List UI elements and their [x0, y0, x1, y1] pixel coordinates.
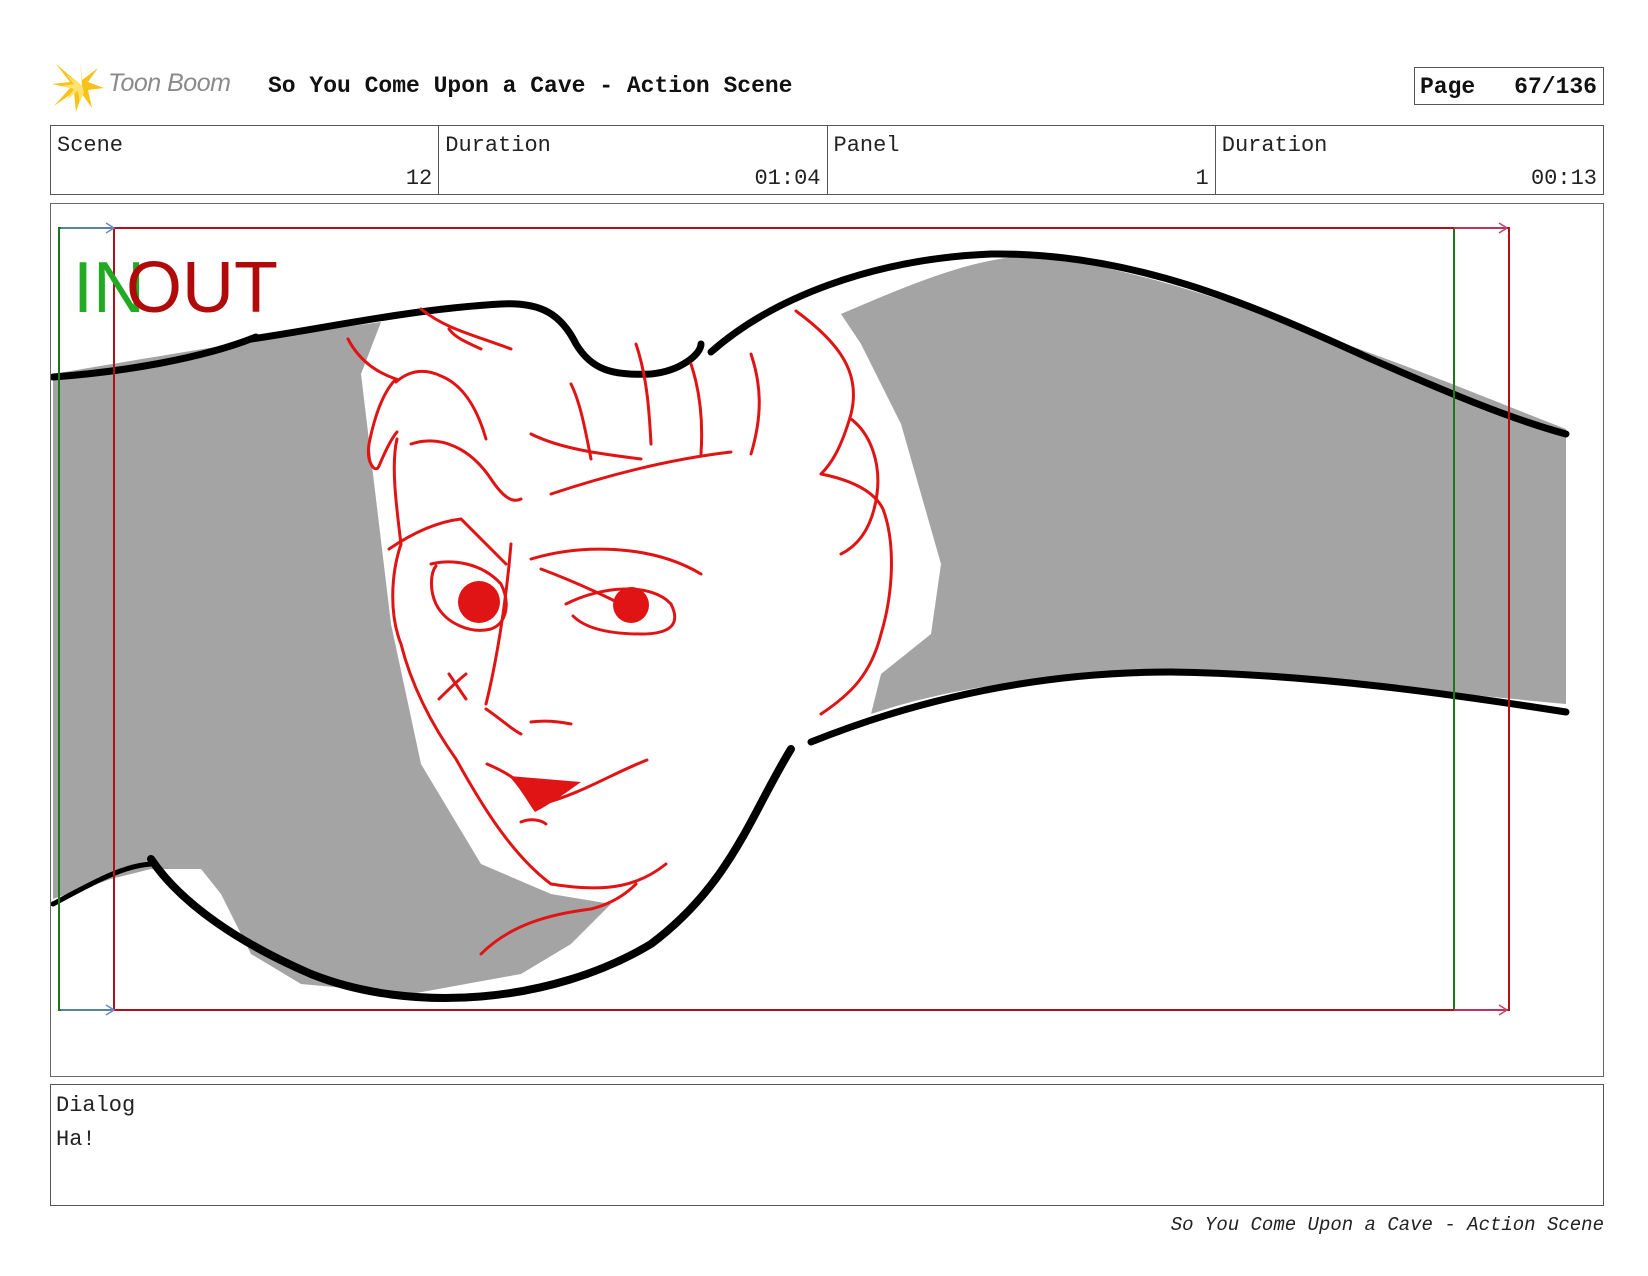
- panel-artwork: IN OUT: [51, 222, 1570, 1016]
- dialog-box: Dialog Ha!: [50, 1084, 1604, 1206]
- scene-cell: Scene 12: [51, 126, 440, 194]
- shadow-shape-left: [53, 322, 611, 994]
- panel-duration-label: Duration: [1221, 133, 1328, 158]
- page-indicator: Page 67/136: [1414, 67, 1604, 105]
- scene-info-table: Scene 12 Duration 01:04 Panel 1 Duration…: [50, 125, 1604, 195]
- panel-duration-value: 00:13: [1530, 166, 1597, 191]
- panel-label: Panel: [833, 133, 900, 158]
- scene-label: Scene: [57, 133, 124, 158]
- footer-title: So You Come Upon a Cave - Action Scene: [1170, 1214, 1604, 1236]
- logo-text: Toon Boom: [108, 69, 231, 97]
- panel-value: 1: [1195, 166, 1209, 191]
- out-label: OUT: [126, 248, 278, 328]
- scene-duration-cell: Duration 01:04: [439, 126, 828, 194]
- document-title: So You Come Upon a Cave - Action Scene: [268, 73, 793, 99]
- starburst-icon: [52, 60, 104, 112]
- page-number: 67/136: [1514, 74, 1597, 100]
- shadow-shape-right: [841, 256, 1566, 714]
- panel-cell: Panel 1: [828, 126, 1216, 194]
- dialog-label: Dialog: [56, 1093, 136, 1118]
- dialog-text: Ha!: [56, 1127, 96, 1152]
- scene-duration-value: 01:04: [754, 166, 821, 191]
- toon-boom-logo: Toon Boom: [52, 56, 252, 112]
- panel-duration-cell: Duration 00:13: [1216, 126, 1603, 194]
- scene-value: 12: [405, 166, 433, 191]
- page-label: Page: [1420, 74, 1476, 100]
- scene-duration-label: Duration: [445, 133, 551, 158]
- page-header: Toon Boom So You Come Upon a Cave - Acti…: [52, 56, 1604, 114]
- storyboard-panel: IN OUT: [50, 203, 1604, 1077]
